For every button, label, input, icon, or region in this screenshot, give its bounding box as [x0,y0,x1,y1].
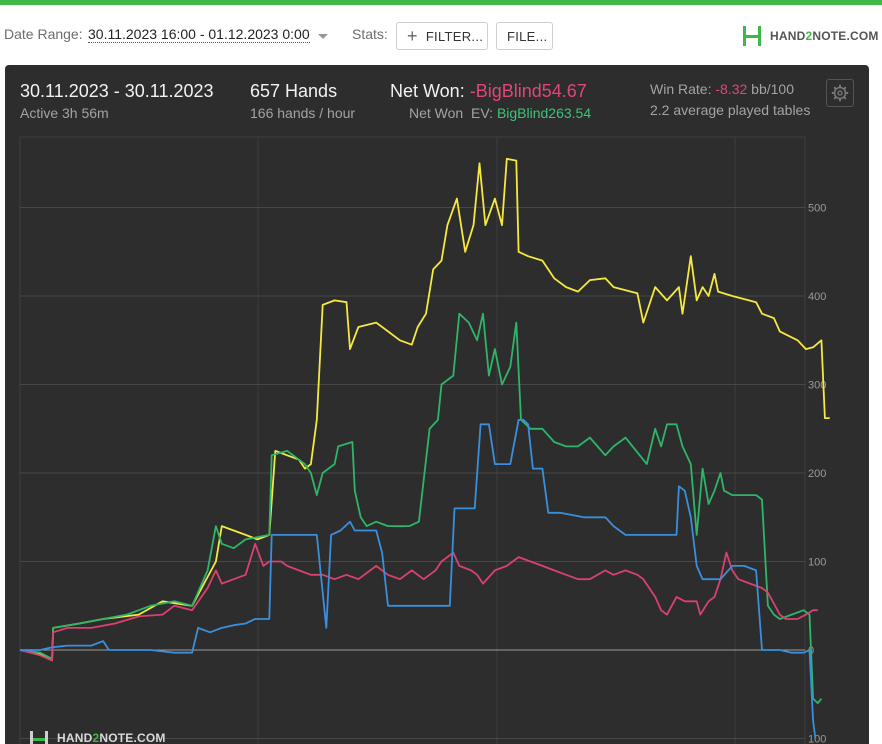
y-tick-label: 100 [808,557,826,569]
logo-text: HAND2NOTE.COM [770,29,879,43]
net-won: Net Won: -BigBlind54.67 [390,81,587,102]
net-won-ev-value: BigBlind263.54 [496,105,592,121]
toolbar: Date Range: 30.11.2023 16:00 - 01.12.202… [0,5,882,60]
active-time: Active 3h 56m [20,105,109,121]
file-button-label: FILE... [507,28,548,44]
filter-button-label: FILTER... [425,28,484,44]
watermark-text: HAND2NOTE.COM [57,731,166,744]
hand2note-logo[interactable]: HAND2NOTE.COM [742,23,879,49]
win-rate-label: Win Rate: [650,81,712,97]
settings-button[interactable] [826,79,854,107]
win-rate-unit: bb/100 [751,81,794,97]
avg-tables: 2.2 average played tables [650,102,811,118]
hands-per-hour: 166 hands / hour [250,105,356,121]
series-line-blue [20,418,817,739]
plot-area [19,136,806,744]
date-span: 30.11.2023 - 30.11.2023 [20,81,214,101]
net-won-ev: Net Won EV: BigBlind263.54 [409,105,591,121]
net-won-value: -BigBlind54.67 [469,81,587,101]
y-tick-label: 400 [808,291,826,303]
gear-icon [831,84,849,102]
date-range-selector[interactable]: 30.11.2023 16:00 - 01.12.2023 0:00 [88,26,310,43]
y-tick-label: 200 [808,468,826,480]
hand2note-watermark-icon [30,731,48,744]
hand2note-logo-icon [743,26,761,46]
graph-panel: 500 400 300 200 100 0 100 30.11.2023 - 30.11.2… [5,65,869,744]
hand2note-watermark: HAND2NOTE.COM [29,729,166,744]
chart-lines [19,157,830,739]
plus-icon: + [407,26,418,46]
series-line-yellow [19,157,830,660]
net-won-label: Net Won: [390,81,465,101]
net-won-ev-label: Net Won EV: [409,105,494,121]
win-rate: Win Rate: -8.32 bb/100 [650,81,794,97]
file-button[interactable]: FILE... [496,22,553,50]
series-line-green [19,312,823,704]
stats-label: Stats: [352,26,388,42]
date-range-label: Date Range: [4,26,83,42]
filter-button[interactable]: + FILTER... [396,22,488,50]
win-rate-value: -8.32 [715,81,748,97]
chevron-down-icon[interactable] [318,34,328,39]
hands-count: 657 Hands [250,81,338,101]
chart-grid [19,136,806,744]
y-tick-label: 500 [808,203,826,215]
winnings-chart: 5004003002001000100 [19,136,830,744]
y-tick-label: 100 [808,734,826,744]
